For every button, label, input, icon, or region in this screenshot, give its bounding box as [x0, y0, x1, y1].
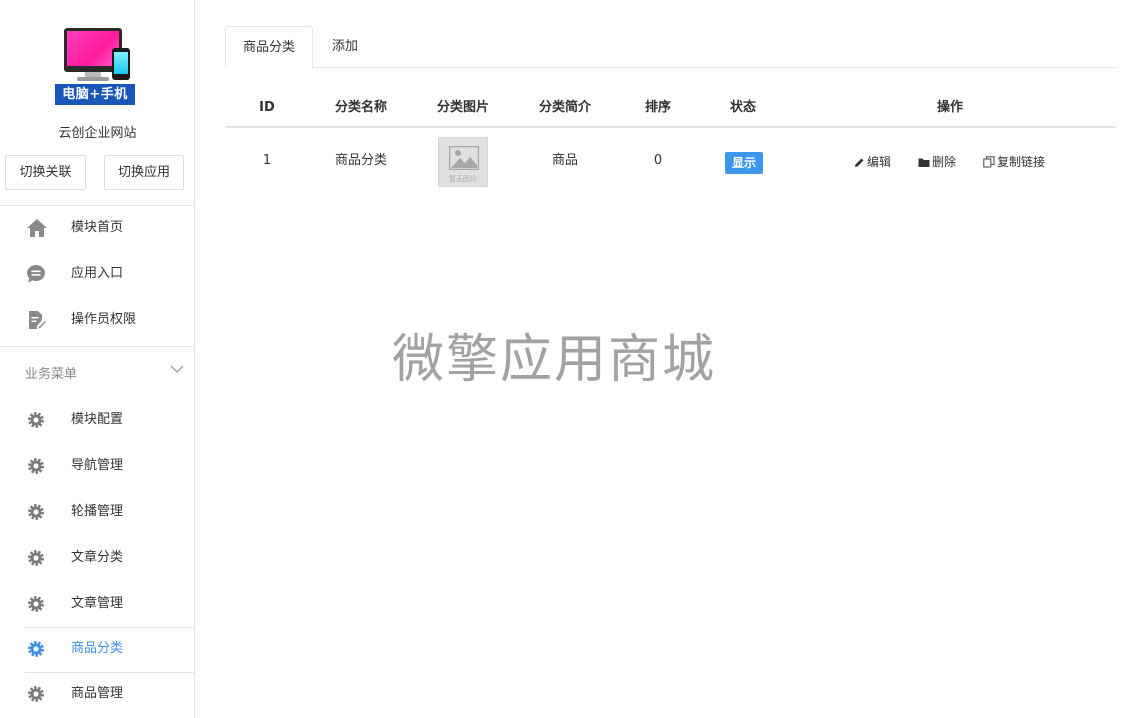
copy-icon: [983, 156, 995, 168]
app-root: 电脑+手机 云创企业网站 切换关联 切换应用 模块首页 应用入口 操作员权限 业…: [0, 0, 1122, 718]
phone-icon: [112, 48, 130, 80]
cell-id: 1: [262, 153, 272, 168]
sidebar-item-nav-management[interactable]: 导航管理: [0, 444, 195, 488]
table-header: ID 分类名称 分类图片 分类简介 排序 状态 操作: [225, 88, 1116, 128]
table-row: 1 商品分类 暂无图片 商品 0 显示 编辑 删除 复制链接: [225, 128, 1116, 194]
status-badge[interactable]: 显示: [725, 152, 763, 174]
sidebar-item-article-category[interactable]: 文章分类: [0, 536, 195, 580]
sidebar-item-operator-permissions[interactable]: 操作员权限: [0, 298, 195, 342]
gear-icon: [26, 639, 46, 659]
delete-action[interactable]: 删除: [918, 152, 956, 172]
sidebar-item-label: 操作员权限: [71, 312, 137, 327]
sidebar-item-label: 文章分类: [71, 550, 124, 565]
watermark-text: 微擎应用商城: [392, 330, 717, 390]
column-header-sort: 排序: [644, 100, 671, 115]
tab-product-category[interactable]: 商品分类: [225, 26, 313, 69]
sidebar-item-module-config[interactable]: 模块配置: [0, 398, 195, 442]
home-icon: [26, 218, 47, 238]
gear-icon: [26, 594, 46, 614]
chevron-down-icon[interactable]: [170, 362, 184, 376]
document-edit-icon: [26, 310, 46, 330]
edit-action-label: 编辑: [867, 155, 892, 169]
sidebar-item-app-entry[interactable]: 应用入口: [0, 252, 195, 296]
sidebar-item-product-management[interactable]: 商品管理: [0, 672, 195, 716]
tab-add[interactable]: 添加: [313, 26, 377, 68]
column-header-id: ID: [259, 100, 275, 115]
gear-icon: [26, 410, 46, 430]
sidebar-item-label: 导航管理: [71, 458, 124, 473]
sidebar-item-label: 商品管理: [71, 686, 124, 701]
sidebar: 电脑+手机 云创企业网站 切换关联 切换应用 模块首页 应用入口 操作员权限 业…: [0, 0, 195, 718]
gear-icon: [26, 502, 46, 522]
chat-icon: [26, 264, 46, 284]
sidebar-divider: [0, 346, 195, 347]
sidebar-item-label: 轮播管理: [71, 504, 124, 519]
image-placeholder-icon: [448, 145, 480, 171]
site-name: 云创企业网站: [58, 126, 137, 141]
image-placeholder-caption: 暂无图片: [449, 175, 477, 183]
copy-link-action[interactable]: 复制链接: [983, 152, 1045, 172]
switch-app-button[interactable]: 切换应用: [104, 155, 184, 190]
business-menu-heading[interactable]: 业务菜单: [25, 363, 77, 382]
column-header-actions: 操作: [936, 100, 963, 115]
sidebar-item-label: 模块首页: [71, 220, 124, 235]
sidebar-item-label: 商品分类: [71, 641, 124, 656]
column-header-image: 分类图片: [436, 100, 489, 115]
cell-intro: 商品: [551, 153, 578, 168]
column-header-name: 分类名称: [334, 100, 387, 115]
column-header-intro: 分类简介: [538, 100, 591, 115]
sidebar-item-label: 应用入口: [71, 266, 124, 281]
sidebar-item-module-home[interactable]: 模块首页: [0, 206, 195, 250]
cell-name: 商品分类: [334, 153, 387, 168]
folder-icon: [918, 158, 930, 167]
gear-icon: [26, 456, 46, 476]
column-header-status: 状态: [729, 100, 756, 115]
sidebar-item-product-category[interactable]: 商品分类: [0, 627, 195, 671]
sidebar-item-carousel-management[interactable]: 轮播管理: [0, 490, 195, 534]
sidebar-item-label: 文章管理: [71, 596, 124, 611]
gear-icon: [26, 548, 46, 568]
switch-association-button[interactable]: 切换关联: [5, 155, 86, 190]
copy-link-action-label: 复制链接: [997, 155, 1046, 169]
sidebar-item-label: 模块配置: [71, 412, 124, 427]
cell-sort: 0: [653, 153, 663, 168]
edit-action[interactable]: 编辑: [854, 152, 891, 172]
category-table: ID 分类名称 分类图片 分类简介 排序 状态 操作 1 商品分类 暂无图片 商…: [225, 88, 1116, 194]
tab-bar: 商品分类 添加: [225, 26, 1116, 69]
site-logo: 电脑+手机: [55, 26, 135, 106]
delete-action-label: 删除: [932, 155, 957, 169]
pencil-icon: [855, 158, 864, 167]
category-image-placeholder: 暂无图片: [438, 137, 488, 187]
logo-banner-text: 电脑+手机: [55, 84, 135, 105]
gear-icon: [26, 684, 46, 704]
sidebar-item-article-management[interactable]: 文章管理: [0, 582, 195, 626]
